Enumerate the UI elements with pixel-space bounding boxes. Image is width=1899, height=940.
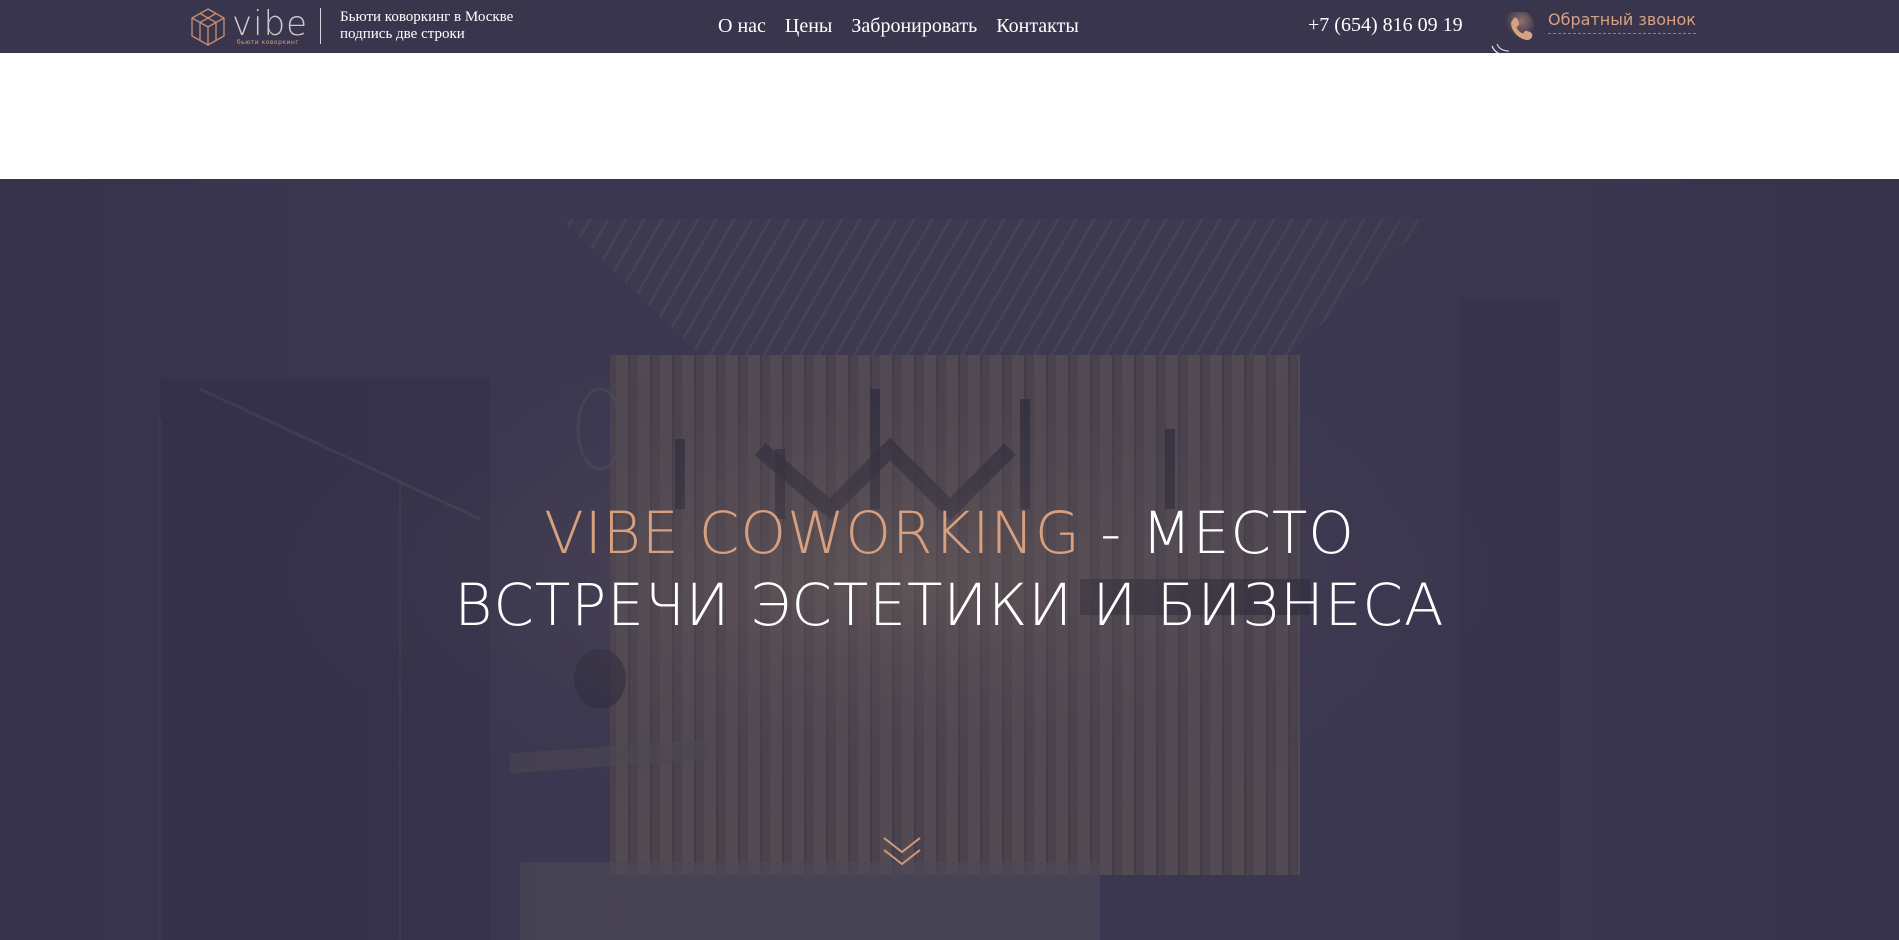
hero-title-line-1-rest: - МЕСТО — [1080, 499, 1355, 567]
hero-title: VIBE COWORKING - МЕСТО ВСТРЕЧИ ЭСТЕТИКИ … — [0, 497, 1899, 641]
header-divider — [320, 8, 321, 44]
phone-number[interactable]: +7 (654) 816 09 19 — [1308, 13, 1463, 37]
callback-button[interactable]: Обратный звонок — [1491, 10, 1696, 56]
tagline-line-1: Бьюти коворкинг в Москве — [340, 9, 514, 25]
logo-subtitle: бьюти коворкинг — [237, 39, 299, 46]
nav-item-prices[interactable]: Цены — [785, 14, 832, 38]
nav-item-about[interactable]: О нас — [718, 14, 766, 38]
logo-wordmark: vibe — [232, 4, 309, 44]
nav-item-booking[interactable]: Забронировать — [851, 14, 977, 38]
logo-icon — [191, 8, 225, 46]
hero-title-line-2: ВСТРЕЧИ ЭСТЕТИКИ И БИЗНЕСА — [454, 571, 1445, 639]
logo[interactable]: vibe бьюти коворкинг — [190, 7, 308, 47]
tagline: Бьюти коворкинг в Москве подпись две стр… — [340, 9, 513, 43]
main-nav: О нас Цены Забронировать Контакты — [718, 14, 1079, 38]
callback-label: Обратный звонок — [1548, 10, 1696, 34]
hero-section: VIBE COWORKING - МЕСТО ВСТРЕЧИ ЭСТЕТИКИ … — [0, 179, 1899, 940]
nav-item-contacts[interactable]: Контакты — [996, 14, 1079, 38]
chevron-double-down-icon[interactable] — [880, 834, 924, 870]
phone-icon — [1491, 12, 1534, 56]
hero-title-accent: VIBE COWORKING — [544, 499, 1081, 567]
tagline-line-2: подпись две строки — [340, 26, 465, 42]
site-header: vibe бьюти коворкинг Бьюти коворкинг в М… — [0, 0, 1899, 56]
